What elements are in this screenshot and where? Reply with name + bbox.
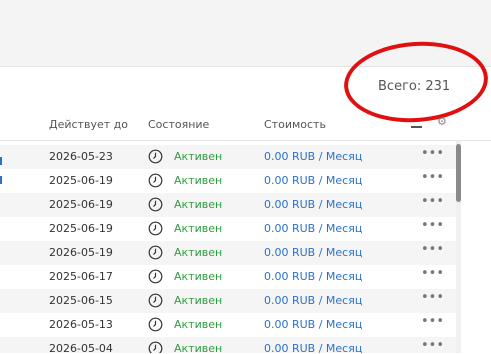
valid-until-cell: 2025-06-17 — [49, 270, 113, 283]
clock-icon — [148, 341, 163, 353]
status-cell: Активен — [174, 270, 223, 283]
status-cell: Активен — [174, 318, 223, 331]
menu-icon[interactable] — [411, 114, 422, 129]
table-row[interactable]: 2025-06-19 Активен 0.00 RUB / Месяц ••• — [0, 193, 456, 217]
valid-until-cell: 2025-06-19 — [49, 198, 113, 211]
clock-icon — [148, 197, 163, 212]
clock-icon — [148, 269, 163, 284]
status-cell: Активен — [174, 294, 223, 307]
status-cell: Активен — [174, 222, 223, 235]
valid-until-cell: 2025-06-19 — [49, 174, 113, 187]
table-row[interactable]: 2025-06-19 Активен 0.00 RUB / Месяц ••• — [0, 217, 456, 241]
price-link[interactable]: 0.00 RUB / Месяц — [264, 174, 362, 187]
column-header-state[interactable]: Состояние — [148, 118, 209, 131]
more-icon[interactable]: ••• — [421, 170, 444, 185]
price-link[interactable]: 0.00 RUB / Месяц — [264, 198, 362, 211]
table-row[interactable]: 2026-05-04 Активен 0.00 RUB / Месяц ••• — [0, 337, 456, 353]
more-icon[interactable]: ••• — [421, 338, 444, 353]
clock-icon — [148, 245, 163, 260]
column-header-cost[interactable]: Стоимость — [264, 118, 326, 131]
more-icon[interactable]: ••• — [421, 146, 444, 161]
more-icon[interactable]: ••• — [421, 242, 444, 257]
scrollbar-thumb[interactable] — [456, 144, 461, 202]
more-icon[interactable]: ••• — [421, 290, 444, 305]
status-cell: Активен — [174, 246, 223, 259]
clock-icon — [148, 293, 163, 308]
valid-until-cell: 2026-05-04 — [49, 342, 113, 353]
valid-until-cell: 2025-06-19 — [49, 222, 113, 235]
table-row[interactable]: 2025-06-19 Активен 0.00 RUB / Месяц ••• — [0, 169, 456, 193]
table-row[interactable]: 2026-05-23 Активен 0.00 RUB / Месяц ••• — [0, 145, 456, 169]
table-row[interactable]: 2026-05-19 Активен 0.00 RUB / Месяц ••• — [0, 241, 456, 265]
row-link-edge[interactable] — [0, 176, 2, 184]
table-row[interactable]: 2025-06-17 Активен 0.00 RUB / Месяц ••• — [0, 265, 456, 289]
clock-icon — [148, 173, 163, 188]
valid-until-cell: 2026-05-13 — [49, 318, 113, 331]
price-link[interactable]: 0.00 RUB / Месяц — [264, 342, 362, 353]
clock-icon — [148, 317, 163, 332]
price-link[interactable]: 0.00 RUB / Месяц — [264, 270, 362, 283]
status-cell: Активен — [174, 198, 223, 211]
gear-icon[interactable]: ⚙ — [437, 116, 447, 127]
more-icon[interactable]: ••• — [421, 314, 444, 329]
price-link[interactable]: 0.00 RUB / Месяц — [264, 150, 362, 163]
row-link-edge[interactable] — [0, 157, 2, 165]
clock-icon — [148, 221, 163, 236]
more-icon[interactable]: ••• — [421, 266, 444, 281]
valid-until-cell: 2026-05-23 — [49, 150, 113, 163]
more-icon[interactable]: ••• — [421, 218, 444, 233]
price-link[interactable]: 0.00 RUB / Месяц — [264, 318, 362, 331]
column-header-valid-until[interactable]: Действует до — [49, 118, 128, 131]
price-link[interactable]: 0.00 RUB / Месяц — [264, 294, 362, 307]
valid-until-cell: 2025-06-15 — [49, 294, 113, 307]
table-row[interactable]: 2025-06-15 Активен 0.00 RUB / Месяц ••• — [0, 289, 456, 313]
price-link[interactable]: 0.00 RUB / Месяц — [264, 222, 362, 235]
more-icon[interactable]: ••• — [421, 194, 444, 209]
status-cell: Активен — [174, 342, 223, 353]
clock-icon — [148, 149, 163, 164]
status-cell: Активен — [174, 174, 223, 187]
status-cell: Активен — [174, 150, 223, 163]
valid-until-cell: 2026-05-19 — [49, 246, 113, 259]
price-link[interactable]: 0.00 RUB / Месяц — [264, 246, 362, 259]
table-row[interactable]: 2026-05-13 Активен 0.00 RUB / Месяц ••• — [0, 313, 456, 337]
